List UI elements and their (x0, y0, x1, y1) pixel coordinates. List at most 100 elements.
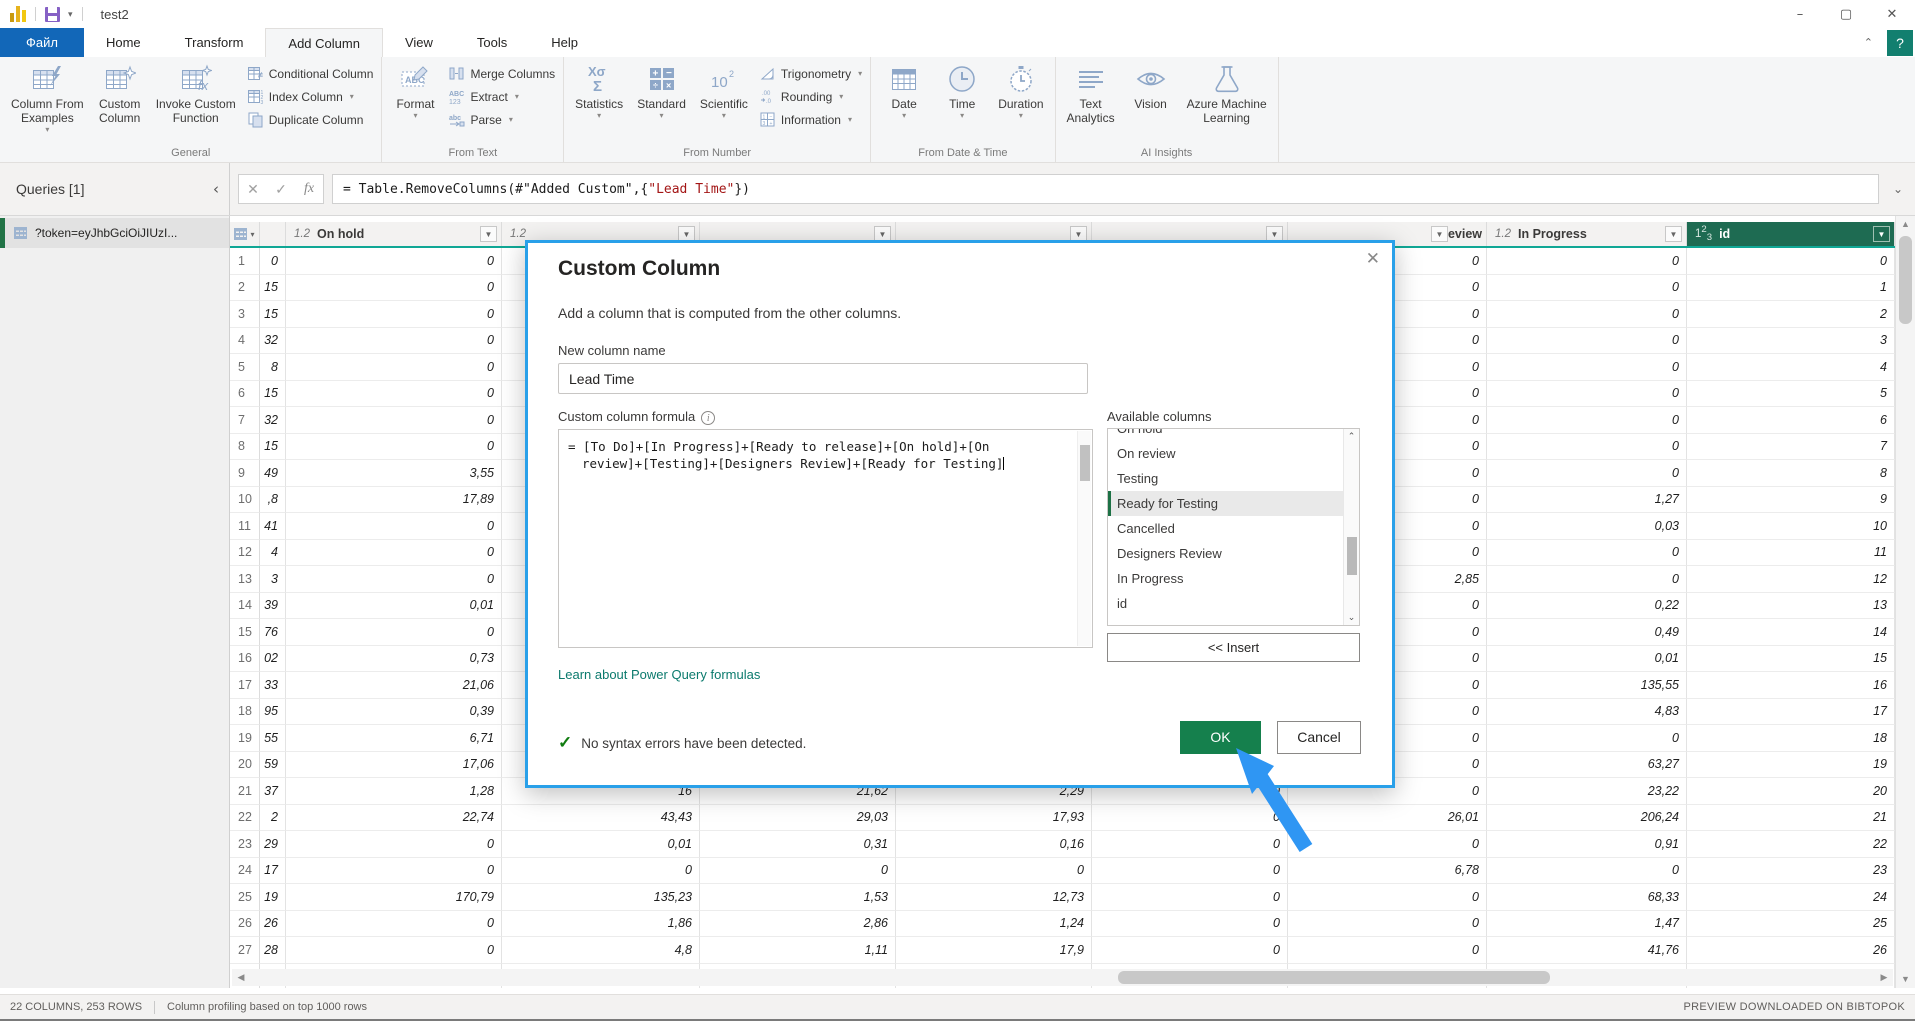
table-cell[interactable]: 1,47 (1487, 911, 1687, 938)
tab-файл[interactable]: Файл (0, 28, 84, 57)
table-cell[interactable]: 0 (286, 407, 502, 434)
table-cell[interactable]: 3 (260, 566, 286, 593)
table-cell[interactable]: 17,9 (896, 937, 1092, 964)
column-profiling-setting[interactable]: Column profiling based on top 1000 rows (167, 1001, 367, 1013)
tab-tools[interactable]: Tools (455, 28, 529, 57)
row-number[interactable]: 24 (230, 858, 260, 885)
maximize-button[interactable]: ▢ (1823, 0, 1869, 28)
table-cell[interactable]: 1,11 (700, 937, 896, 964)
ribbon-button-duplicate-column[interactable]: Duplicate Column (247, 111, 374, 128)
table-cell[interactable]: 15 (260, 301, 286, 328)
available-column-item[interactable]: Designers Review (1108, 541, 1359, 566)
info-icon[interactable]: i (701, 411, 715, 425)
table-cell[interactable]: 0 (896, 858, 1092, 885)
table-cell[interactable]: 0 (1092, 937, 1288, 964)
table-cell[interactable]: 0,01 (286, 593, 502, 620)
table-cell[interactable]: 0 (1687, 248, 1895, 275)
table-cell[interactable]: 0,49 (1487, 619, 1687, 646)
table-cell[interactable]: 4,83 (1487, 699, 1687, 726)
available-column-item[interactable]: Ready for Testing (1108, 491, 1359, 516)
table-cell[interactable]: 0,73 (286, 646, 502, 673)
table-cell[interactable]: 0 (286, 911, 502, 938)
available-column-item[interactable]: Testing (1108, 466, 1359, 491)
row-number[interactable]: 12 (230, 540, 260, 567)
commit-formula-icon[interactable]: ✓ (267, 181, 295, 198)
row-number[interactable]: 19 (230, 725, 260, 752)
available-column-item[interactable]: On hold (1108, 428, 1359, 441)
formula-input[interactable]: = Table.RemoveColumns(#"Added Custom",{"… (332, 174, 1879, 204)
table-cell[interactable]: 22 (1687, 831, 1895, 858)
table-cell[interactable]: 0 (502, 858, 700, 885)
table-cell[interactable]: 0,03 (1487, 513, 1687, 540)
table-cell[interactable]: 2 (260, 805, 286, 832)
table-cell[interactable]: 3 (1687, 328, 1895, 355)
ribbon-button-time[interactable]: Time▾ (933, 59, 991, 146)
close-button[interactable]: ✕ (1869, 0, 1915, 28)
table-cell[interactable]: 0 (260, 248, 286, 275)
table-cell[interactable]: 0 (1487, 275, 1687, 302)
table-cell[interactable]: 3,55 (286, 460, 502, 487)
row-number[interactable]: 20 (230, 752, 260, 779)
filter-icon[interactable]: ▼ (480, 226, 497, 242)
cancel-button[interactable]: Cancel (1277, 721, 1361, 754)
insert-button[interactable]: << Insert (1107, 633, 1360, 662)
table-cell[interactable]: 18 (1687, 725, 1895, 752)
table-cell[interactable]: 1,24 (896, 911, 1092, 938)
table-cell[interactable]: 0 (286, 301, 502, 328)
table-cell[interactable]: 0 (1092, 805, 1288, 832)
tab-add-column[interactable]: Add Column (265, 28, 383, 57)
ok-button[interactable]: OK (1180, 721, 1261, 754)
table-cell[interactable]: 6,78 (1288, 858, 1487, 885)
table-cell[interactable]: 0 (1288, 831, 1487, 858)
table-cell[interactable]: 0 (286, 540, 502, 567)
row-number[interactable]: 9 (230, 460, 260, 487)
header-column-clipped[interactable] (260, 222, 286, 246)
table-cell[interactable]: 0 (1487, 381, 1687, 408)
table-cell[interactable]: 29 (260, 831, 286, 858)
table-cell[interactable]: 0 (1487, 460, 1687, 487)
table-cell[interactable]: 0 (286, 328, 502, 355)
available-column-item[interactable]: Cancelled (1108, 516, 1359, 541)
table-cell[interactable]: 32 (260, 328, 286, 355)
learn-formulas-link[interactable]: Learn about Power Query formulas (558, 667, 760, 682)
query-list-item[interactable]: ?token=eyJhbGciOiJIUzI... (0, 218, 229, 248)
table-cell[interactable]: 28 (260, 937, 286, 964)
table-cell[interactable]: 1,86 (502, 911, 700, 938)
table-cell[interactable]: 29,03 (700, 805, 896, 832)
table-cell[interactable]: 49 (260, 460, 286, 487)
row-number[interactable]: 1 (230, 248, 260, 275)
available-column-item[interactable]: id (1108, 591, 1359, 616)
ribbon-button-parse[interactable]: abc Parse▾ (448, 111, 555, 128)
table-cell[interactable]: 17 (1687, 699, 1895, 726)
ribbon-button-column-from-examples[interactable]: Column FromExamples▾ (4, 59, 91, 146)
table-cell[interactable]: 1,27 (1487, 487, 1687, 514)
scroll-up-icon[interactable]: ▲ (1896, 216, 1915, 233)
tab-home[interactable]: Home (84, 28, 163, 57)
table-cell[interactable]: 0 (1288, 937, 1487, 964)
table-cell[interactable]: 0 (1487, 434, 1687, 461)
tab-view[interactable]: View (383, 28, 455, 57)
dialog-close-icon[interactable]: ✕ (1366, 249, 1380, 269)
ribbon-button-custom-column[interactable]: CustomColumn (91, 59, 149, 146)
table-cell[interactable]: 43,43 (502, 805, 700, 832)
table-cell[interactable]: 11 (1687, 540, 1895, 567)
help-icon[interactable]: ? (1887, 30, 1913, 56)
table-cell[interactable]: 02 (260, 646, 286, 673)
table-cell[interactable]: 19 (1687, 752, 1895, 779)
row-number[interactable]: 2 (230, 275, 260, 302)
table-cell[interactable]: 0 (286, 831, 502, 858)
table-cell[interactable]: 4 (260, 540, 286, 567)
table-cell[interactable]: 2 (1687, 301, 1895, 328)
row-number[interactable]: 14 (230, 593, 260, 620)
table-cell[interactable]: 22,74 (286, 805, 502, 832)
table-cell[interactable]: 0 (1487, 725, 1687, 752)
row-number[interactable]: 27 (230, 937, 260, 964)
row-number[interactable]: 3 (230, 301, 260, 328)
table-cell[interactable]: 0 (1487, 407, 1687, 434)
table-cell[interactable]: 0 (1487, 301, 1687, 328)
table-cell[interactable]: 95 (260, 699, 286, 726)
ribbon-button-text-analytics[interactable]: TextAnalytics (1060, 59, 1122, 146)
table-cell[interactable]: 0,16 (896, 831, 1092, 858)
fx-icon[interactable]: fx (295, 181, 323, 197)
table-cell[interactable]: 0 (1487, 248, 1687, 275)
